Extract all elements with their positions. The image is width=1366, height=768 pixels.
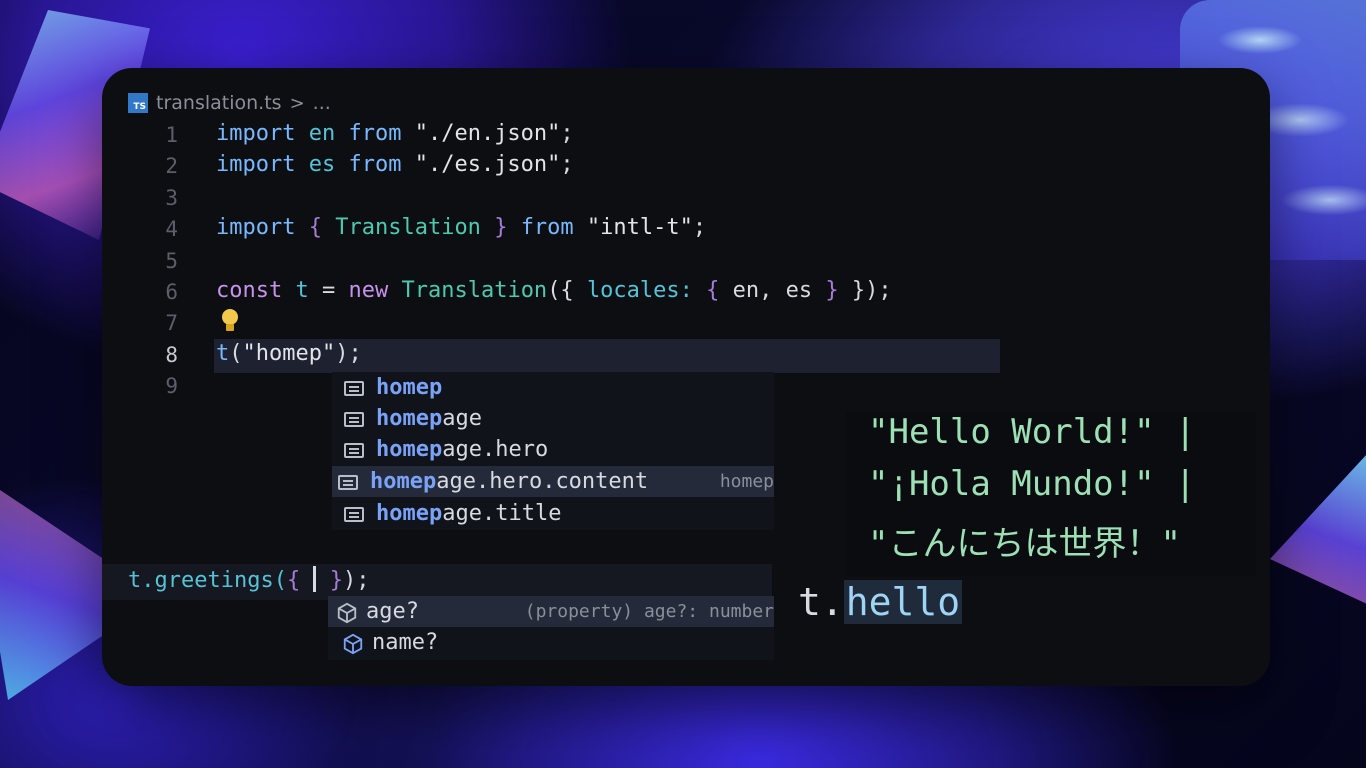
suggestion-rest: age bbox=[442, 406, 482, 431]
text-list-icon bbox=[342, 440, 368, 460]
brace: { bbox=[706, 278, 720, 303]
line-number: 7 bbox=[165, 311, 178, 335]
text-list-icon bbox=[342, 378, 368, 398]
operator: = bbox=[321, 278, 336, 303]
string-literal: "./en.json" bbox=[414, 121, 561, 146]
line-number: 3 bbox=[165, 186, 178, 210]
autocomplete-popup[interactable]: homep homep age homep age.hero homep age.he… bbox=[332, 372, 774, 530]
suggestion-detail: homep bbox=[719, 471, 774, 492]
suggestion-rest: age.hero bbox=[442, 437, 549, 462]
code-line-8[interactable]: t("homep"); bbox=[216, 341, 362, 366]
line-number: 4 bbox=[165, 217, 178, 241]
punctuation: }); bbox=[851, 278, 892, 303]
line-number: 6 bbox=[165, 280, 178, 304]
decorative-prism bbox=[1270, 440, 1366, 610]
string-literal: "./es.json" bbox=[414, 152, 561, 177]
code-line-1[interactable]: import en from "./en.json"; bbox=[216, 121, 574, 146]
hello-prefix: t. bbox=[798, 580, 844, 624]
code-line-6[interactable]: const t = new Translation({ locales: { e… bbox=[216, 278, 892, 303]
code-line-2[interactable]: import es from "./es.json"; bbox=[216, 152, 574, 177]
translation-preview: "Hello World!" | "¡Hola Mundo!" | "こんにちは… bbox=[846, 412, 1256, 576]
text-list-icon bbox=[342, 504, 368, 524]
suggestion-match: homep bbox=[376, 375, 443, 400]
suggestion-item[interactable]: homep bbox=[332, 372, 774, 403]
breadcrumb-more[interactable]: ... bbox=[313, 92, 331, 114]
punctuation: ; bbox=[560, 152, 574, 177]
property-item-selected[interactable]: age? (property) age?: number bbox=[328, 596, 774, 627]
typescript-file-icon: TS bbox=[128, 93, 148, 113]
type-name: Translation bbox=[401, 278, 548, 303]
brace: } bbox=[329, 568, 343, 593]
brace: { bbox=[308, 215, 322, 240]
line-number: 2 bbox=[165, 154, 178, 178]
punctuation: ); bbox=[335, 341, 362, 366]
keyword: const bbox=[216, 278, 283, 303]
identifier: en, es bbox=[732, 278, 813, 303]
identifier: es bbox=[308, 152, 336, 177]
identifier: t bbox=[295, 278, 309, 303]
brace: { bbox=[286, 568, 301, 593]
function-name: t bbox=[216, 341, 230, 366]
punctuation: ; bbox=[692, 215, 707, 240]
keyword: from bbox=[348, 152, 402, 177]
chevron-right-icon: > bbox=[289, 92, 305, 114]
text-cursor bbox=[313, 566, 317, 592]
keyword: import bbox=[216, 215, 296, 240]
brace: } bbox=[825, 278, 839, 303]
preview-line-ja: "こんにちは世界！" bbox=[868, 524, 1181, 564]
breadcrumb-filename[interactable]: translation.ts bbox=[156, 92, 282, 114]
line-number: 1 bbox=[165, 123, 178, 147]
function-call: t.greetings( bbox=[128, 568, 287, 593]
brace: } bbox=[494, 215, 508, 240]
keyword: from bbox=[348, 121, 402, 146]
suggestion-rest: age.title bbox=[442, 501, 562, 526]
suggestion-rest: age.hero.content bbox=[436, 469, 649, 494]
suggestion-item[interactable]: homep age.hero bbox=[332, 434, 774, 465]
suggestion-item-selected[interactable]: homep age.hero.content homep bbox=[332, 466, 774, 497]
string-literal: "intl-t" bbox=[586, 215, 693, 240]
identifier: en bbox=[308, 121, 336, 146]
suggestion-item[interactable]: homep age bbox=[332, 403, 774, 434]
property-item[interactable]: name? bbox=[328, 627, 774, 658]
breadcrumb: TS translation.ts > ... bbox=[128, 90, 331, 116]
punctuation: ( bbox=[229, 341, 243, 366]
cube-icon bbox=[338, 633, 364, 654]
keyword: new bbox=[348, 278, 389, 303]
punctuation: ; bbox=[560, 121, 574, 146]
keyword: import bbox=[216, 121, 296, 146]
cube-icon bbox=[332, 602, 358, 623]
suggestion-match: homep bbox=[376, 501, 443, 526]
suggestion-match: homep bbox=[376, 437, 443, 462]
code-line-4[interactable]: import { Translation } from "intl-t"; bbox=[216, 215, 706, 240]
text-list-icon bbox=[342, 409, 368, 429]
keyword: from bbox=[520, 215, 574, 240]
lightbulb-icon[interactable] bbox=[221, 309, 239, 333]
suggestion-match: homep bbox=[376, 406, 443, 431]
hello-code[interactable]: t.hello bbox=[798, 580, 963, 624]
line-number: 5 bbox=[165, 249, 178, 273]
string-literal: "homep" bbox=[242, 341, 336, 366]
hello-property: hello bbox=[843, 580, 963, 624]
property-label: name? bbox=[372, 630, 439, 655]
preview-line-en: "Hello World!" | bbox=[868, 412, 1196, 452]
keyword: import bbox=[216, 152, 296, 177]
property-label: age? bbox=[366, 599, 419, 624]
punctuation: ({ bbox=[547, 278, 574, 303]
text-list-icon bbox=[336, 472, 362, 492]
greetings-code[interactable]: t.greetings({ }); bbox=[128, 566, 369, 593]
type-name: Translation bbox=[335, 215, 481, 240]
suggestion-match: homep bbox=[370, 469, 437, 494]
line-number-active: 8 bbox=[165, 343, 178, 367]
code-editor[interactable]: TS translation.ts > ... 1 2 3 4 5 6 7 8 … bbox=[102, 68, 1270, 686]
line-number: 9 bbox=[165, 374, 178, 398]
suggestion-item[interactable]: homep age.title bbox=[332, 498, 774, 529]
property-autocomplete-popup[interactable]: age? (property) age?: number name? bbox=[328, 596, 774, 660]
property-detail: (property) age?: number bbox=[524, 601, 774, 622]
property-key: locales: bbox=[586, 278, 693, 303]
preview-line-es: "¡Hola Mundo!" | bbox=[868, 464, 1196, 504]
punctuation: ); bbox=[342, 568, 370, 593]
